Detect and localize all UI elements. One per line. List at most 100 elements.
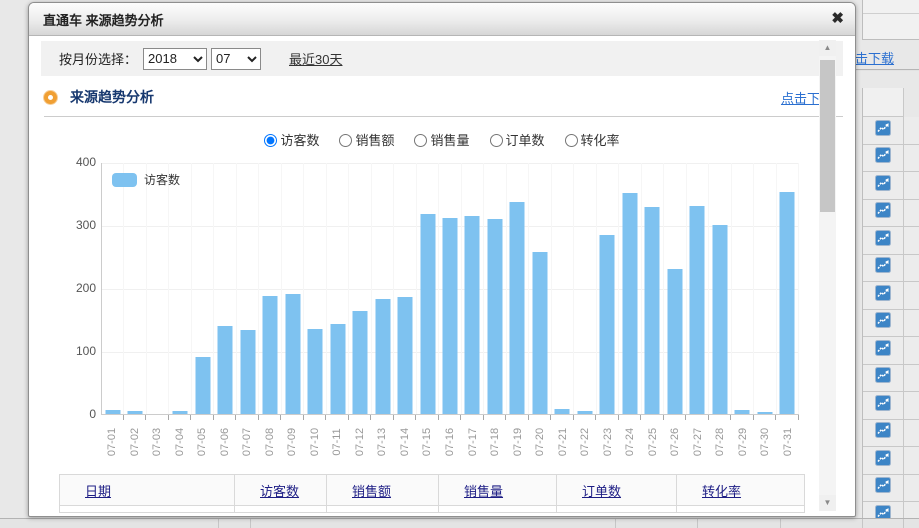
table-header-link[interactable]: 销售额 [352, 484, 391, 499]
chart-legend[interactable]: 访客数 [112, 171, 180, 188]
x-axis-label-text: 07-30 [759, 428, 771, 456]
table-row [60, 506, 805, 513]
bar [487, 219, 502, 414]
table-header-link[interactable]: 日期 [85, 484, 111, 499]
metric-option[interactable]: 订单数 [490, 133, 545, 148]
trend-chart-icon-cell [863, 475, 904, 502]
trend-chart-icon-cell [863, 310, 904, 337]
bar-slot [574, 163, 596, 414]
x-axis-label: 07-23 [596, 420, 619, 464]
trend-chart-icon-cell [863, 420, 904, 447]
x-axis-label: 07-17 [461, 420, 484, 464]
x-axis-label: 07-04 [169, 420, 192, 464]
bar [690, 206, 705, 414]
bar [622, 193, 637, 414]
table-header-link[interactable]: 访客数 [260, 484, 299, 499]
table-header-link[interactable]: 订单数 [582, 484, 621, 499]
x-axis-label-text: 07-03 [151, 428, 163, 456]
bar [308, 329, 323, 414]
bar [420, 214, 435, 414]
metric-radio[interactable] [565, 134, 578, 147]
bar-slot [552, 163, 574, 414]
x-axis-label: 07-14 [394, 420, 417, 464]
trend-chart-icon-cell [863, 447, 904, 474]
trend-chart-icon[interactable] [875, 340, 891, 361]
table-header-cell: 销售额 [327, 475, 439, 506]
trend-chart-icon[interactable] [875, 312, 891, 333]
table-cell [557, 506, 677, 513]
bar [510, 202, 525, 414]
bar [645, 207, 660, 414]
table-header-cell: 访客数 [235, 475, 327, 506]
metric-radio[interactable] [490, 134, 503, 147]
background-toolbar-box [862, 0, 919, 40]
x-axis-label-text: 07-08 [264, 428, 276, 456]
trend-chart-icon[interactable] [875, 175, 891, 196]
divider [903, 519, 904, 528]
trend-chart-icon[interactable] [875, 395, 891, 416]
bar [555, 409, 570, 414]
scrollbar-thumb[interactable] [820, 60, 835, 212]
dialog-titlebar[interactable]: 直通车 来源趋势分析 ✖ [29, 3, 855, 36]
x-axis-label: 07-27 [686, 420, 709, 464]
metric-radio-label: 访客数 [280, 133, 319, 148]
x-axis-label-text: 07-20 [534, 428, 546, 456]
metric-radio[interactable] [414, 134, 427, 147]
metric-option[interactable]: 销售量 [414, 133, 469, 148]
trend-chart-icon[interactable] [875, 477, 891, 498]
x-axis-label-text: 07-05 [196, 428, 208, 456]
x-axis-labels: 07-0107-0207-0307-0407-0507-0607-0707-08… [101, 420, 799, 464]
month-select[interactable]: 07 [211, 48, 261, 70]
metric-option[interactable]: 销售额 [339, 133, 394, 148]
scroll-up-icon[interactable]: ▲ [819, 40, 836, 56]
metric-option[interactable]: 访客数 [264, 133, 319, 148]
table-header-link[interactable]: 销售量 [464, 484, 503, 499]
bar [240, 330, 255, 414]
section-header: 来源趋势分析 点击下载 [44, 87, 843, 117]
close-icon[interactable]: ✖ [831, 10, 844, 28]
metric-radio[interactable] [264, 134, 277, 147]
trend-chart-icon[interactable] [875, 450, 891, 471]
x-axis-label: 07-07 [236, 420, 259, 464]
bar [173, 411, 188, 414]
y-axis-label: 0 [60, 407, 96, 421]
trend-chart-icon[interactable] [875, 147, 891, 168]
trend-chart-icon[interactable] [875, 285, 891, 306]
scroll-down-icon[interactable]: ▼ [819, 495, 836, 511]
year-select[interactable]: 2018 [143, 48, 207, 70]
bar-slot [259, 163, 281, 414]
background-table-row [863, 447, 919, 475]
metric-option[interactable]: 转化率 [565, 133, 620, 148]
bar [105, 410, 120, 414]
bar [712, 225, 727, 414]
x-axis-label-text: 07-02 [129, 428, 141, 456]
bar-slot [304, 163, 326, 414]
trend-chart-icon[interactable] [875, 230, 891, 251]
trend-chart-icon[interactable] [875, 257, 891, 278]
x-axis-label-text: 07-24 [624, 428, 636, 456]
x-axis-label: 07-12 [349, 420, 372, 464]
x-axis-label: 07-31 [776, 420, 799, 464]
trend-chart-icon[interactable] [875, 367, 891, 388]
x-axis-label: 07-30 [754, 420, 777, 464]
x-axis-label-text: 07-18 [489, 428, 501, 456]
bar-slot [147, 163, 169, 414]
table-header-link[interactable]: 转化率 [702, 484, 741, 499]
x-axis-label-text: 07-25 [647, 428, 659, 456]
x-axis-label: 07-26 [664, 420, 687, 464]
metric-radio[interactable] [339, 134, 352, 147]
x-axis-label-text: 07-11 [331, 428, 343, 455]
dialog-scrollbar[interactable]: ▲ ▼ [819, 40, 836, 511]
recent-30-days-link[interactable]: 最近30天 [289, 49, 342, 68]
background-download-link[interactable]: 点击下载 [855, 48, 894, 67]
bar-slot [192, 163, 214, 414]
background-page-right: 点击下载 [855, 0, 919, 528]
trend-chart-icon[interactable] [875, 202, 891, 223]
x-axis-label-text: 07-07 [241, 428, 253, 456]
bar [353, 311, 368, 414]
trend-chart-icon[interactable] [875, 120, 891, 141]
trend-chart-icon[interactable] [875, 422, 891, 443]
x-axis-label: 07-08 [259, 420, 282, 464]
divider [855, 69, 919, 71]
x-axis-label-text: 07-16 [444, 428, 456, 456]
